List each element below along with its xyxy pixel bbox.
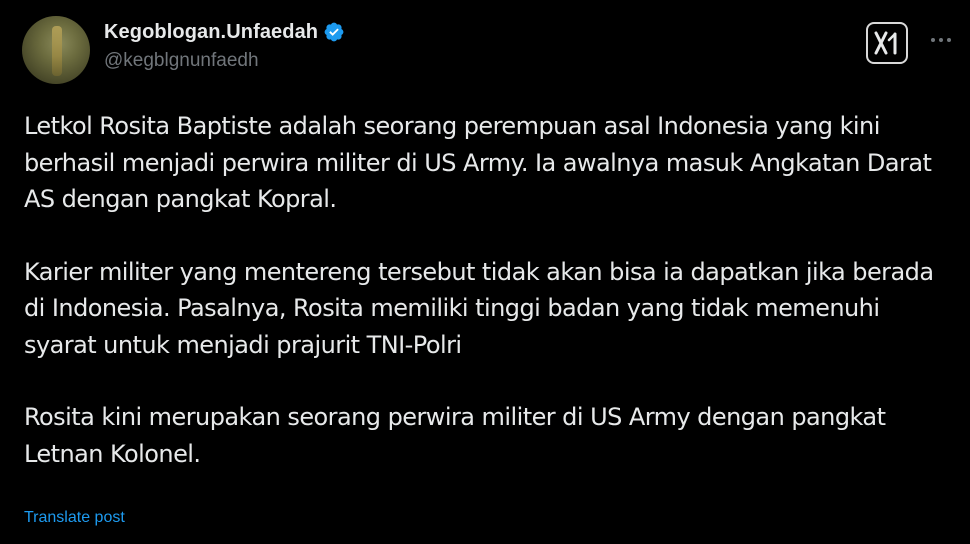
avatar-figure	[52, 26, 62, 76]
name-row: Kegoblogan.Unfaedah	[104, 20, 345, 44]
more-options-icon[interactable]	[926, 30, 956, 50]
translate-post-link[interactable]: Translate post	[24, 509, 125, 527]
author-display-name[interactable]: Kegoblogan.Unfaedah	[104, 21, 318, 44]
tweet-card: Kegoblogan.Unfaedah @kegblgnunfaedh Letk…	[0, 0, 970, 544]
x-ai-icon[interactable]	[866, 22, 908, 64]
more-dot	[939, 38, 943, 42]
author-handle[interactable]: @kegblgnunfaedh	[104, 50, 345, 72]
post-paragraph-1: Letkol Rosita Baptiste adalah seorang pe…	[24, 112, 932, 213]
more-dot	[931, 38, 935, 42]
author-avatar[interactable]	[22, 16, 90, 84]
more-dot	[947, 38, 951, 42]
verified-badge-icon[interactable]	[323, 21, 345, 43]
author-header: Kegoblogan.Unfaedah @kegblgnunfaedh	[104, 20, 345, 72]
post-body: Letkol Rosita Baptiste adalah seorang pe…	[24, 108, 954, 472]
post-paragraph-3: Rosita kini merupakan seorang perwira mi…	[24, 403, 886, 468]
post-paragraph-2: Karier militer yang mentereng tersebut t…	[24, 257, 934, 359]
